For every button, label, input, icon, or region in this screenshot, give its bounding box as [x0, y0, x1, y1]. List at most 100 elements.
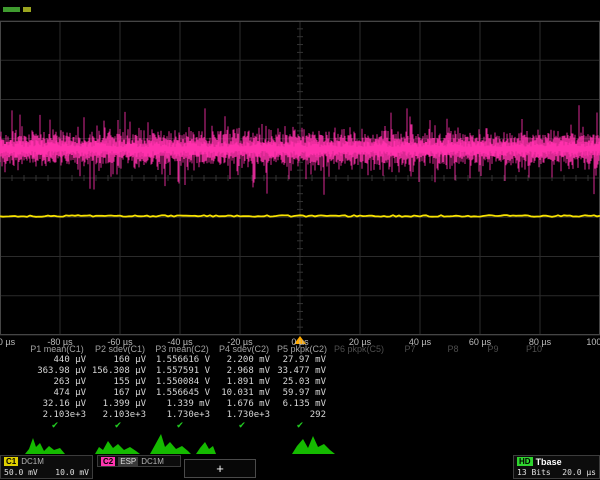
measure-status-check: ✔: [150, 421, 214, 432]
measure-value: 1.339 mV: [150, 399, 214, 410]
measure-value: [512, 399, 556, 410]
c1-badge[interactable]: C1: [4, 457, 18, 466]
timebase-scale: 20.0 µs: [562, 468, 596, 477]
time-tick-label: 100 µs: [586, 337, 600, 347]
measure-status-check: [474, 421, 512, 432]
measure-value: 1.730e+3: [150, 410, 214, 421]
c2-badge[interactable]: C2: [101, 457, 115, 466]
measure-value: 1.399 µV: [90, 399, 150, 410]
measure-value: 2.200 mV: [214, 355, 274, 366]
measure-status-check: ✔: [90, 421, 150, 432]
measure-status-check: [388, 421, 432, 432]
measure-value: [330, 377, 388, 388]
table-row: ✔✔✔✔✔: [24, 421, 556, 432]
channel-c1-descriptor[interactable]: C1 DC1M 50.0 mV 10.0 mV: [0, 455, 93, 479]
histicon: [25, 438, 65, 454]
measure-value: [474, 377, 512, 388]
timebase-descriptor[interactable]: HD Tbase 13 Bits 20.0 µs: [513, 455, 600, 479]
histicon: [196, 442, 216, 454]
measure-value: 167 µV: [90, 388, 150, 399]
measure-value: 1.556616 V: [150, 355, 214, 366]
measure-value: 263 µV: [24, 377, 90, 388]
measure-value: [330, 388, 388, 399]
measure-status-check: ✔: [274, 421, 330, 432]
plus-icon: +: [216, 461, 224, 476]
measure-status-check: [330, 421, 388, 432]
measure-value: [432, 366, 474, 377]
histicon: [292, 436, 335, 454]
measure-value: 2.103e+3: [24, 410, 90, 421]
measure-value: [474, 388, 512, 399]
measure-status-check: ✔: [214, 421, 274, 432]
time-tick-label: -100 µs: [0, 337, 15, 347]
measure-value: 6.135 mV: [274, 399, 330, 410]
c1-offset: 10.0 mV: [55, 468, 89, 477]
table-row: 2.103e+32.103e+31.730e+31.730e+3292: [24, 410, 556, 421]
measure-value: [512, 410, 556, 421]
add-label-button[interactable]: +: [184, 459, 256, 478]
measure-header-p10[interactable]: P10: [512, 344, 556, 355]
measure-value: 160 µV: [90, 355, 150, 366]
measure-value: [474, 355, 512, 366]
table-row: 440 µV160 µV1.556616 V2.200 mV27.97 mV: [24, 355, 556, 366]
measure-value: [432, 410, 474, 421]
measure-value: [388, 377, 432, 388]
measure-value: 440 µV: [24, 355, 90, 366]
measure-header-p8[interactable]: P8: [432, 344, 474, 355]
hd-badge: HD: [517, 457, 533, 466]
measure-status-check: [512, 421, 556, 432]
measure-value: 10.031 mV: [214, 388, 274, 399]
measure-value: 27.97 mV: [274, 355, 330, 366]
measure-value: 155 µV: [90, 377, 150, 388]
measure-value: [330, 366, 388, 377]
measure-value: 474 µV: [24, 388, 90, 399]
table-row: 363.98 µV156.308 µV1.557591 V2.968 mV33.…: [24, 366, 556, 377]
measure-value: 363.98 µV: [24, 366, 90, 377]
measure-header-p7[interactable]: P7: [388, 344, 432, 355]
table-row: 474 µV167 µV1.556645 V10.031 mV59.97 mV: [24, 388, 556, 399]
measure-value: [330, 410, 388, 421]
c2-tag: ESP: [118, 457, 138, 466]
measure-value: 292: [274, 410, 330, 421]
measure-value: 156.308 µV: [90, 366, 150, 377]
measure-value: [512, 377, 556, 388]
measure-header-p3[interactable]: P3 mean(C2): [150, 344, 214, 355]
histicon: [95, 441, 140, 454]
measure-value: [388, 410, 432, 421]
c1-vertical-scale: 50.0 mV: [4, 468, 38, 477]
measurement-table: P1 mean(C1)P2 sdev(C1)P3 mean(C2)P4 sdev…: [24, 344, 556, 432]
measure-status-check: [432, 421, 474, 432]
measure-value: 1.557591 V: [150, 366, 214, 377]
channel-c2-descriptor[interactable]: C2 ESP DC1M: [97, 455, 181, 467]
measure-value: [432, 388, 474, 399]
measure-value: 2.103e+3: [90, 410, 150, 421]
measure-header-p4[interactable]: P4 sdev(C2): [214, 344, 274, 355]
measure-header-p6[interactable]: P6 pkpk(C5): [330, 344, 388, 355]
measure-header-p2[interactable]: P2 sdev(C1): [90, 344, 150, 355]
timebase-title: Tbase: [536, 457, 562, 467]
measure-value: [432, 399, 474, 410]
measure-value: 59.97 mV: [274, 388, 330, 399]
measure-value: [432, 355, 474, 366]
measure-value: [388, 355, 432, 366]
measure-header-p5[interactable]: P5 pkpk(C2): [274, 344, 330, 355]
measure-value: 2.968 mV: [214, 366, 274, 377]
status-indicator-icon: [3, 7, 20, 12]
measure-value: [388, 388, 432, 399]
oscilloscope-screen: -100 µs-80 µs-60 µs-40 µs-20 µs0 µs20 µs…: [0, 0, 600, 480]
measure-header-p9[interactable]: P9: [474, 344, 512, 355]
table-row: P1 mean(C1)P2 sdev(C1)P3 mean(C2)P4 sdev…: [24, 344, 556, 355]
measure-histicons: [25, 434, 335, 454]
measure-value: 32.16 µV: [24, 399, 90, 410]
measure-value: 1.550084 V: [150, 377, 214, 388]
status-indicator-icon: [23, 7, 31, 12]
adc-bits-label: 13 Bits: [517, 468, 551, 477]
measure-header-p1[interactable]: P1 mean(C1): [24, 344, 90, 355]
table-row: 32.16 µV1.399 µV1.339 mV1.676 mV6.135 mV: [24, 399, 556, 410]
measure-value: [474, 410, 512, 421]
measure-value: [512, 366, 556, 377]
measure-value: 1.676 mV: [214, 399, 274, 410]
measure-value: [330, 399, 388, 410]
measure-value: 1.556645 V: [150, 388, 214, 399]
c2-coupling-label: DC1M: [141, 457, 164, 466]
